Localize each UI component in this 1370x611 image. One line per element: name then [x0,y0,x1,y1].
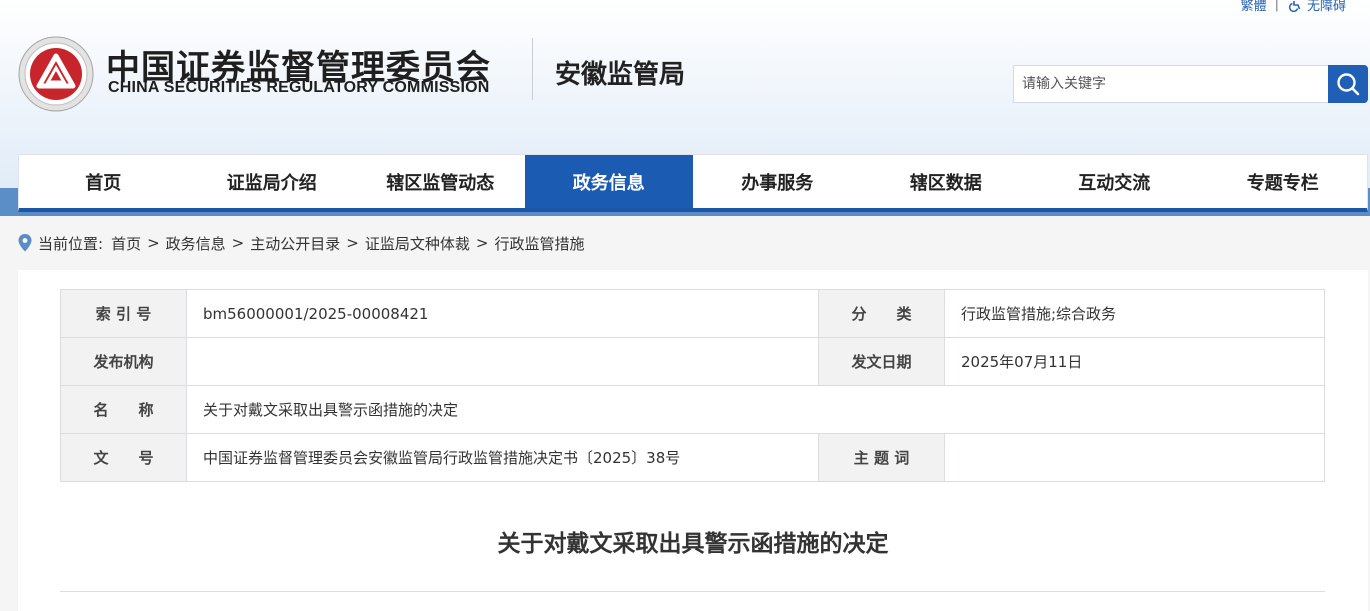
title-divider [532,38,533,100]
csrc-emblem-icon [18,36,94,112]
nav-item-government-info[interactable]: 政务信息 [524,155,693,208]
publisher-label: 发布机构 [60,337,187,386]
csrc-logo[interactable] [18,36,94,112]
breadcrumb-separator: > [475,234,489,252]
category-label: 分 类 [818,289,945,338]
traditional-chinese-link[interactable]: 繁體 [1241,0,1267,14]
document-divider [60,591,1325,592]
document-number-value: 中国证券监督管理委员会安徽监管局行政监管措施决定书〔2025〕38号 [186,433,819,482]
document-number-label: 文 号 [60,433,187,482]
table-row: 发布机构 发文日期 2025年07月11日 [60,337,1325,386]
commission-english-name: CHINA SECURITIES REGULATORY COMMISSION [108,79,490,96]
main-nav: 首页 证监局介绍 辖区监管动态 政务信息 办事服务 辖区数据 互动交流 专题专栏 [18,154,1368,212]
breadcrumb: 当前位置: 首页 > 政务信息 > 主动公开目录 > 证监局文种体裁 > 行政监… [18,232,584,254]
breadcrumb-prefix: 当前位置: [38,234,104,253]
search-icon [1337,73,1360,96]
keywords-label: 主 题 词 [818,433,945,482]
table-row: 名 称 关于对戴文采取出具警示函措施的决定 [60,385,1325,434]
accessibility-link[interactable]: 无障碍 [1287,0,1346,14]
bureau-name: 安徽监管局 [555,60,686,90]
table-row: 文 号 中国证券监督管理委员会安徽监管局行政监管措施决定书〔2025〕38号 主… [60,433,1325,482]
search-button[interactable] [1328,65,1368,103]
search-box [1013,65,1329,103]
location-pin-icon [18,234,32,252]
nav-item-regional-news[interactable]: 辖区监管动态 [356,155,525,208]
publisher-value [186,337,819,386]
nav-item-regional-data[interactable]: 辖区数据 [862,155,1031,208]
table-row: 索 引 号 bm56000001/2025-00008421 分 类 行政监管措… [60,289,1325,338]
nav-item-special-topics[interactable]: 专题专栏 [1199,155,1368,208]
name-label: 名 称 [60,385,187,434]
breadcrumb-home[interactable]: 首页 [111,233,141,254]
issue-date-value: 2025年07月11日 [944,337,1325,386]
wheelchair-icon [1288,0,1301,12]
issue-date-label: 发文日期 [818,337,945,386]
breadcrumb-government-info[interactable]: 政务信息 [166,233,226,254]
document-title: 关于对戴文采取出具警示函措施的决定 [497,531,889,557]
nav-item-bureau-intro[interactable]: 证监局介绍 [188,155,357,208]
top-links-separator: | [1274,0,1279,12]
content-panel: 索 引 号 bm56000001/2025-00008421 分 类 行政监管措… [18,270,1368,611]
nav-item-services[interactable]: 办事服务 [693,155,862,208]
breadcrumb-admin-measures[interactable]: 行政监管措施 [494,233,584,254]
name-value: 关于对戴文采取出具警示函措施的决定 [186,385,1325,434]
breadcrumb-document-types[interactable]: 证监局文种体裁 [365,233,470,254]
breadcrumb-separator: > [231,234,245,252]
breadcrumb-separator: > [346,234,359,252]
top-links: 繁體 | 无障碍 [1241,0,1346,14]
breadcrumb-public-catalog[interactable]: 主动公开目录 [250,233,340,254]
breadcrumb-separator: > [147,234,160,252]
keywords-value [944,433,1325,482]
search-input[interactable] [1014,66,1328,102]
accessibility-label: 无障碍 [1306,0,1346,14]
nav-item-home[interactable]: 首页 [19,155,188,208]
index-number-label: 索 引 号 [60,289,187,338]
nav-item-interaction[interactable]: 互动交流 [1030,155,1199,208]
index-number-value: bm56000001/2025-00008421 [186,289,819,338]
category-value: 行政监管措施;综合政务 [944,289,1325,338]
document-metadata-table: 索 引 号 bm56000001/2025-00008421 分 类 行政监管措… [60,289,1325,482]
